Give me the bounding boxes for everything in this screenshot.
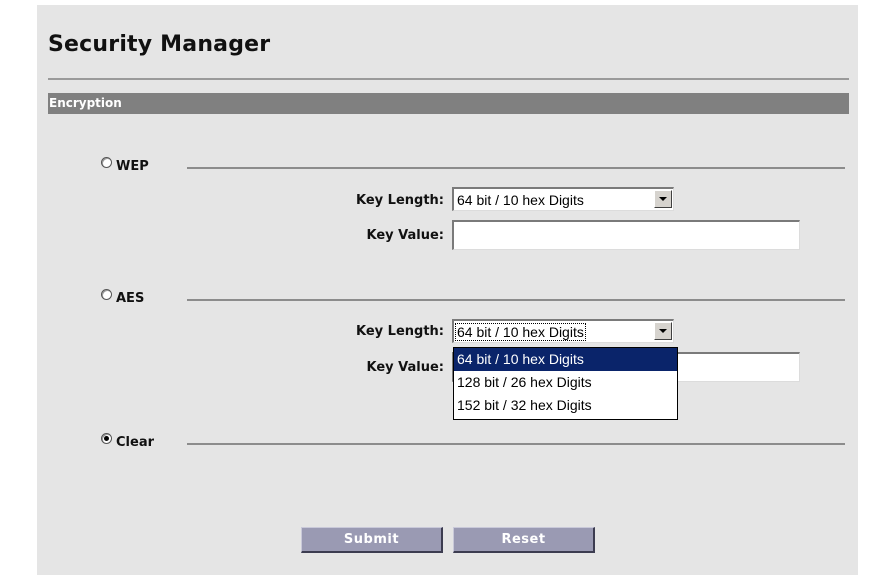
aes-key-length-label: Key Length: [356,324,444,339]
clear-label: Clear [116,435,154,450]
aes-radio-button[interactable] [101,289,112,300]
aes-key-value-label: Key Value: [366,360,444,375]
wep-key-value-input[interactable] [452,220,800,250]
reset-button[interactable]: Reset [453,527,595,553]
submit-button[interactable]: Submit [301,527,443,553]
dropdown-option-64bit[interactable]: 64 bit / 10 hex Digits [454,348,677,371]
aes-key-length-select[interactable]: 64 bit / 10 hex Digits [452,319,674,343]
clear-radio-button[interactable] [101,433,112,444]
page-title: Security Manager [48,32,271,57]
dropdown-option-152bit[interactable]: 152 bit / 32 hex Digits [454,394,677,417]
title-divider [48,78,849,80]
aes-divider [187,299,845,301]
aes-label: AES [116,291,145,306]
clear-divider [187,443,845,445]
wep-key-value-label: Key Value: [366,228,444,243]
wep-divider [187,167,845,169]
section-header-encryption: Encryption [48,93,849,114]
aes-group-header: AES [101,289,847,309]
wep-key-length-dropdown-button[interactable] [654,190,672,208]
wep-radio-button[interactable] [101,157,112,168]
aes-key-length-dropdown-button[interactable] [654,322,672,340]
wep-key-length-label: Key Length: [356,193,444,208]
wep-group-header: WEP [101,157,847,177]
security-panel: Security Manager Encryption WEP Key Leng… [37,5,858,575]
dropdown-option-128bit[interactable]: 128 bit / 26 hex Digits [454,371,677,394]
aes-key-length-value: 64 bit / 10 hex Digits [455,323,586,341]
chevron-down-icon [659,197,667,201]
clear-group-header: Clear [101,433,847,453]
section-label: Encryption [49,96,122,110]
chevron-down-icon [659,329,667,333]
aes-key-length-dropdown-list: 64 bit / 10 hex Digits 128 bit / 26 hex … [453,347,678,420]
wep-key-length-value: 64 bit / 10 hex Digits [457,192,584,208]
wep-key-length-select[interactable]: 64 bit / 10 hex Digits [452,187,674,211]
wep-label: WEP [116,159,149,174]
